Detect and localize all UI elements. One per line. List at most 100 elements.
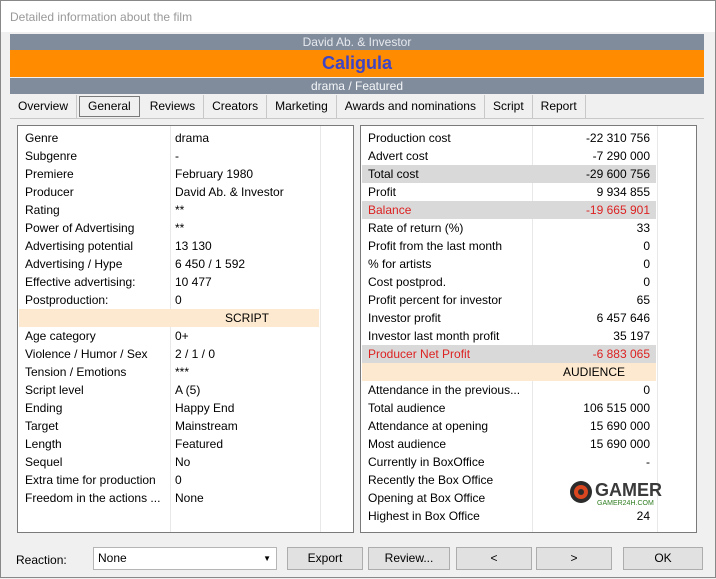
finance-row: Advert cost -7 290 000	[362, 147, 694, 165]
info-row: Script level A (5)	[19, 381, 352, 399]
finance-row: Currently in BoxOffice -	[362, 453, 694, 471]
row-label: Ending	[25, 401, 63, 415]
finance-row: Balance -19 665 901	[362, 201, 694, 219]
row-label: Advert cost	[368, 149, 429, 163]
next-button[interactable]: >	[536, 547, 612, 570]
row-label: Freedom in the actions ...	[25, 491, 161, 505]
row-label: Attendance at opening	[368, 419, 489, 433]
row-label: Balance	[362, 201, 532, 219]
export-button[interactable]: Export	[287, 547, 363, 570]
row-value: 9 934 855	[596, 185, 650, 199]
tab-creators[interactable]: Creators	[204, 95, 268, 118]
row-value: drama	[175, 131, 210, 145]
tab-general[interactable]: General	[79, 96, 140, 117]
row-value: 106 515 000	[583, 401, 650, 415]
row-label: Violence / Humor / Sex	[25, 347, 148, 361]
row-label: Total cost	[362, 165, 532, 183]
finance-row: Profit 9 934 855	[362, 183, 694, 201]
row-label: Rate of return (%)	[368, 221, 464, 235]
row-label: Rating	[25, 203, 60, 217]
row-label: Investor last month profit	[368, 329, 500, 343]
row-label: Advertising / Hype	[25, 257, 123, 271]
info-row: Violence / Humor / Sex 2 / 1 / 0	[19, 345, 352, 363]
row-value: Mainstream	[175, 419, 238, 433]
tab-marketing[interactable]: Marketing	[267, 95, 337, 118]
row-value: February 1980	[175, 167, 254, 181]
chevron-down-icon[interactable]: ▼	[263, 548, 271, 569]
row-value: -19 665 901	[532, 201, 656, 219]
tab-script[interactable]: Script	[485, 95, 533, 118]
row-label: Length	[25, 437, 62, 451]
row-label: Extra time for production	[25, 473, 156, 487]
row-value: 10 477	[175, 275, 212, 289]
general-info-list: Genre drama Subgenre - Premiere February 1980…	[19, 129, 352, 507]
info-row: Rating **	[19, 201, 352, 219]
info-row: Producer David Ab. & Investor	[19, 183, 352, 201]
finance-row: Total cost -29 600 756	[362, 165, 694, 183]
ok-button[interactable]: OK	[623, 547, 703, 570]
row-label	[362, 363, 532, 381]
finance-row: Attendance at opening 15 690 000	[362, 417, 694, 435]
row-value: 0+	[175, 329, 189, 343]
review-button[interactable]: Review...	[368, 547, 450, 570]
row-label: Genre	[25, 131, 59, 145]
info-row: Subgenre -	[19, 147, 352, 165]
row-value: -6 883 065	[532, 345, 656, 363]
row-value: No	[175, 455, 191, 469]
finance-row: Producer Net Profit -6 883 065	[362, 345, 694, 363]
row-value: -22 310 756	[585, 131, 650, 145]
row-value: -7 290 000	[592, 149, 650, 163]
row-label: Profit	[368, 185, 397, 199]
row-label: Profit percent for investor	[368, 293, 503, 307]
finance-info-panel[interactable]: Production cost -22 310 756 Advert cost -7 …	[360, 125, 697, 533]
row-label: % for artists	[368, 257, 432, 271]
row-value: 33	[636, 221, 650, 235]
film-genre-banner: drama / Featured	[10, 78, 704, 94]
row-value: 6 450 / 1 592	[175, 257, 246, 271]
reaction-select[interactable]: None ▼	[93, 547, 277, 570]
finance-row: Production cost -22 310 756	[362, 129, 694, 147]
finance-row: Profit from the last month 0	[362, 237, 694, 255]
tab-report[interactable]: Report	[533, 95, 586, 118]
watermark-line2: GAMER24H.COM	[597, 500, 654, 507]
row-value: 6 457 646	[596, 311, 650, 325]
row-value: None	[175, 491, 204, 505]
row-value: 0	[643, 257, 650, 271]
row-label: Production cost	[368, 131, 451, 145]
row-value: **	[175, 221, 185, 235]
finance-row: Most audience 15 690 000	[362, 435, 694, 453]
row-label: Target	[25, 419, 59, 433]
row-label: Producer	[25, 185, 74, 199]
info-row: Length Featured	[19, 435, 352, 453]
row-value: -	[646, 455, 650, 469]
info-row: Sequel No	[19, 453, 352, 471]
info-row: SCRIPT	[19, 309, 352, 327]
finance-row: % for artists 0	[362, 255, 694, 273]
row-label: Currently in BoxOffice	[368, 455, 485, 469]
row-value: 0	[643, 383, 650, 397]
tab-awards[interactable]: Awards and nominations	[337, 95, 485, 118]
row-label: Investor profit	[368, 311, 441, 325]
row-value: Featured	[175, 437, 224, 451]
row-label: Recently the Box Office	[368, 473, 494, 487]
row-label: Attendance in the previous...	[368, 383, 521, 397]
row-label: Premiere	[25, 167, 74, 181]
row-label: Postproduction:	[25, 293, 109, 307]
info-row: Premiere February 1980	[19, 165, 352, 183]
previous-button[interactable]: <	[456, 547, 532, 570]
info-row: Ending Happy End	[19, 399, 352, 417]
finance-row: AUDIENCE	[362, 363, 694, 381]
row-label: Producer Net Profit	[362, 345, 532, 363]
gamer24h-watermark-logo: GAMER GAMER24H.COM	[570, 480, 662, 507]
row-value: ***	[175, 365, 190, 379]
tab-overview[interactable]: Overview	[10, 95, 78, 118]
row-value: 15 690 000	[589, 437, 650, 451]
row-label	[19, 309, 169, 327]
general-info-panel[interactable]: Genre drama Subgenre - Premiere February 1980…	[17, 125, 354, 533]
row-value: AUDIENCE	[532, 363, 656, 381]
row-value: 0	[643, 239, 650, 253]
info-row: Age category 0+	[19, 327, 352, 345]
row-value: -	[175, 149, 179, 163]
film-info-window: Detailed information about the film Davi…	[0, 0, 716, 578]
tab-reviews[interactable]: Reviews	[142, 95, 205, 118]
